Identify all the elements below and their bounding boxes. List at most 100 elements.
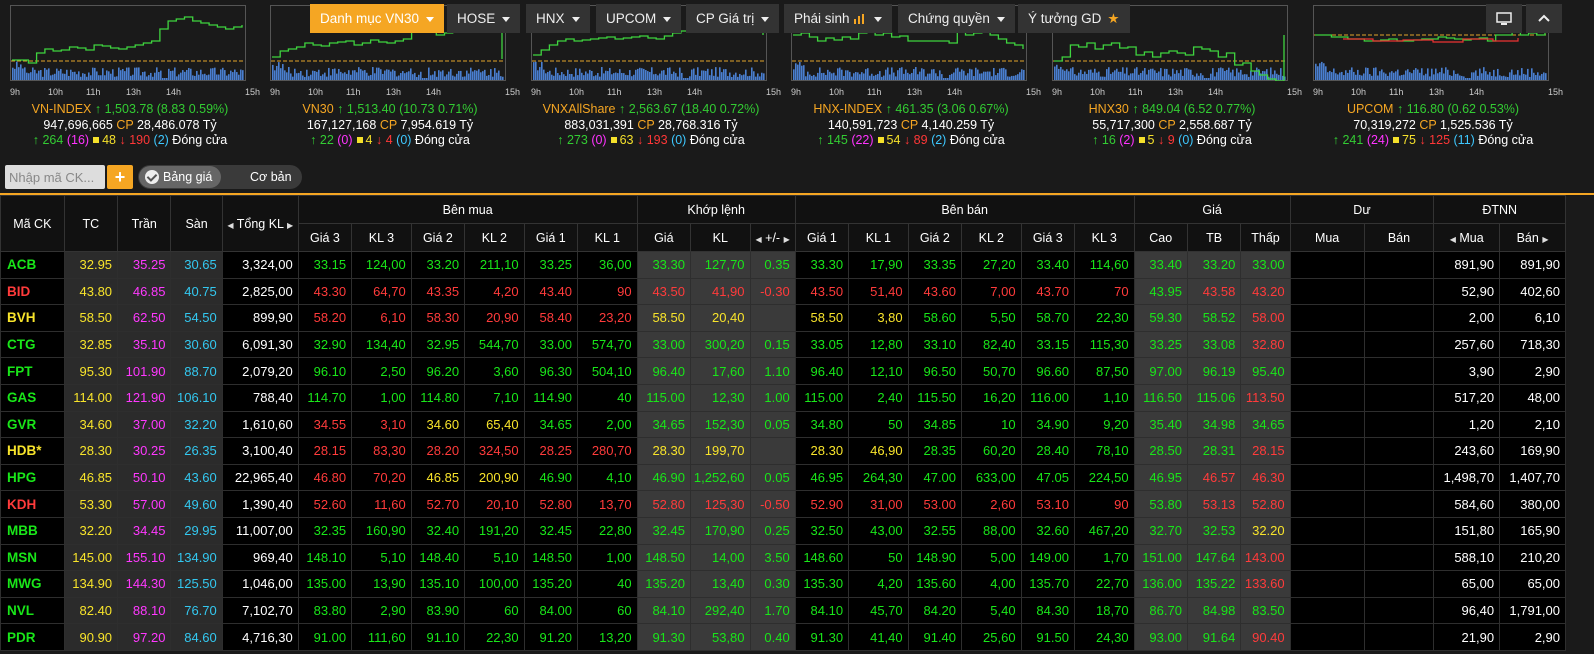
arrow-right-icon[interactable]: ▶ <box>1542 235 1548 244</box>
ask-cell: 47.05 <box>1020 463 1075 492</box>
collapse-button[interactable] <box>1526 4 1562 33</box>
arrow-right-icon[interactable]: ▶ <box>287 221 293 230</box>
tab-danh-muc-vn30[interactable]: Danh mục VN30 <box>310 4 445 33</box>
table-row[interactable]: HDB* 28.30 30.25 26.35 3,100,40 28.15 83,30 28.… <box>0 437 1566 465</box>
col-21[interactable]: TB <box>1186 223 1242 252</box>
volume-bar <box>1007 76 1009 80</box>
volume-bar <box>224 70 226 80</box>
table-row[interactable]: KDH 53.30 57.00 49.60 1,390,40 52.60 11,60 52.7… <box>0 490 1566 518</box>
volume-bar <box>306 69 308 80</box>
table-row[interactable]: HPG 46.85 50.10 43.60 22,965,40 46.80 70,20 46.… <box>0 463 1566 492</box>
toggle-off-label[interactable]: Cơ bản <box>250 165 292 189</box>
index-card-upcom[interactable]: 9h 10h 11h 13h 14h 15h UPCOM ↑ 116.80 (0.62 0.… <box>1303 0 1563 160</box>
volume-bar <box>288 67 290 80</box>
col-6[interactable]: KL 3 <box>351 223 412 252</box>
ask-cell: 88,00 <box>961 516 1022 545</box>
col-tong-kl[interactable]: ◀ Tổng KL ▶ <box>221 195 299 252</box>
decliners-count: 125 <box>1429 133 1451 147</box>
table-row[interactable]: PDR 90.90 97.20 84.60 4,716,30 91.00 111,60 91.… <box>0 623 1566 651</box>
col-15[interactable]: KL 1 <box>848 223 909 252</box>
col-13[interactable]: ◀ +/- ▶ <box>749 223 796 252</box>
symbol-cell: MBB <box>0 516 65 545</box>
col-tc[interactable]: TC <box>63 195 119 252</box>
table-row[interactable]: NVL 82.40 88.10 76.70 7,102,70 83.80 2,90 83.90… <box>0 596 1566 625</box>
add-symbol-button[interactable]: + <box>107 165 133 189</box>
col-11[interactable]: Giá <box>636 223 691 252</box>
tab-hose[interactable]: HOSE <box>447 4 521 33</box>
group-gia[interactable]: Giá <box>1133 195 1291 224</box>
col-22[interactable]: Thấp <box>1240 223 1291 252</box>
col-24[interactable]: Bán <box>1363 223 1435 252</box>
table-row[interactable]: MSN 145.00 155.10 134.90 969,40 148.10 5,10 148… <box>0 543 1566 572</box>
volume-bar <box>1337 74 1339 80</box>
col-20[interactable]: Cao <box>1133 223 1188 252</box>
tab-phai-sinh[interactable]: Phái sinh <box>784 4 893 33</box>
table-row[interactable]: FPT 95.30 101.90 88.70 2,079,20 96.10 2,50 96.2… <box>0 357 1566 385</box>
volume-bar <box>54 73 56 80</box>
volume-bar <box>1407 69 1409 80</box>
surplus-buy-cell <box>1289 543 1365 572</box>
tab-hnx[interactable]: HNX <box>526 4 590 33</box>
table-row[interactable]: MWG 134.90 144.30 125.50 1,046,00 135.00 13,90… <box>0 570 1566 598</box>
col-7[interactable]: Giá 2 <box>410 223 466 252</box>
volume-bar <box>909 74 911 80</box>
volume-bar <box>655 73 657 80</box>
col-16[interactable]: Giá 2 <box>907 223 963 252</box>
col-26[interactable]: Bán ▶ <box>1499 223 1566 252</box>
match-cell: 0.40 <box>749 623 796 651</box>
view-mode-toggle[interactable]: Bảng giá Cơ bản <box>138 165 302 189</box>
col-10[interactable]: KL 1 <box>577 223 638 252</box>
col-ma-ck[interactable]: Mã CK <box>0 195 65 252</box>
symbol-search-input[interactable] <box>5 165 105 189</box>
col-18[interactable]: Giá 3 <box>1020 223 1075 252</box>
group-ben-ban[interactable]: Bên bán <box>794 195 1135 224</box>
table-row[interactable]: GAS 114.00 121.90 106.10 788,40 114.70 1,00 114… <box>0 383 1566 412</box>
col-tran[interactable]: Trần <box>117 195 172 252</box>
table-row[interactable]: BVH 58.50 62.50 54.50 899,90 58.20 6,10 58.30 20… <box>0 304 1566 332</box>
col-17[interactable]: KL 2 <box>961 223 1022 252</box>
display-settings-button[interactable] <box>1486 4 1522 33</box>
col-9[interactable]: Giá 1 <box>523 223 579 252</box>
col-25[interactable]: ◀ Mua <box>1433 223 1501 252</box>
floor-price-cell: 76.70 <box>170 596 223 625</box>
volume-bar <box>1475 70 1477 80</box>
price-stat-cell: 90.40 <box>1240 623 1291 651</box>
tab-chung-quyen[interactable]: Chứng quyền <box>898 4 1015 33</box>
arrow-left-icon[interactable]: ◀ <box>227 221 233 230</box>
col-19[interactable]: KL 3 <box>1073 223 1135 252</box>
volume-bar <box>236 72 238 80</box>
table-row[interactable]: CTG 32.85 35.10 30.60 6,091,30 32.90 134,40 32.… <box>0 330 1566 359</box>
volume-bar <box>809 74 811 80</box>
tab-y-tuong-gd[interactable]: Ý tưởng GD ★ <box>1018 4 1130 33</box>
arrow-right-icon[interactable]: ▶ <box>784 235 790 244</box>
index-volume: 140,591,723 <box>827 118 898 132</box>
col-5[interactable]: Giá 3 <box>297 223 353 252</box>
bid-cell: 191,20 <box>464 516 525 545</box>
group-ben-mua[interactable]: Bên mua <box>297 195 638 224</box>
volume-bar <box>496 72 498 80</box>
arrow-left-icon[interactable]: ◀ <box>756 235 762 244</box>
arrow-left-icon[interactable]: ◀ <box>1450 235 1456 244</box>
tab-cp-gia-tri[interactable]: CP Giá trị <box>686 4 780 33</box>
tab-upcom[interactable]: UPCOM <box>596 4 682 33</box>
index-card-vn-index[interactable]: 9h 10h 11h 13h 14h 15h VN-INDEX ↑ 1,503.78 (8.… <box>0 0 260 160</box>
table-row[interactable]: BID 43.80 46.85 40.75 2,825,00 43.30 64,70 43.3… <box>0 277 1566 306</box>
col-14[interactable]: Giá 1 <box>794 223 850 252</box>
table-row[interactable]: GVR 34.60 37.00 32.20 1,610,60 34.55 3,10 34.60… <box>0 410 1566 439</box>
volume-bar <box>470 67 472 80</box>
col-san[interactable]: Sàn <box>170 195 223 252</box>
hour-tick-label: 9h <box>791 87 802 97</box>
right-scroll-strip[interactable] <box>1566 195 1594 654</box>
volume-bar <box>661 70 663 80</box>
col-23[interactable]: Mua <box>1289 223 1365 252</box>
group-dtnn[interactable]: ĐTNN <box>1433 195 1566 224</box>
col-12[interactable]: KL <box>689 223 751 252</box>
group-du[interactable]: Dư <box>1289 195 1435 224</box>
table-row[interactable]: ACB 32.95 35.25 30.65 3,324,00 33.15 124,00 33.… <box>0 251 1566 279</box>
foreign-buy-cell: 517,20 <box>1433 383 1501 412</box>
group-khop-lenh[interactable]: Khớp lệnh <box>636 195 796 224</box>
table-row[interactable]: MBB 32.20 34.45 29.95 11,007,00 32.35 160,90 32… <box>0 516 1566 545</box>
chevron-down-icon <box>663 16 672 22</box>
col-8[interactable]: KL 2 <box>464 223 525 252</box>
volume-bar <box>1003 67 1005 80</box>
